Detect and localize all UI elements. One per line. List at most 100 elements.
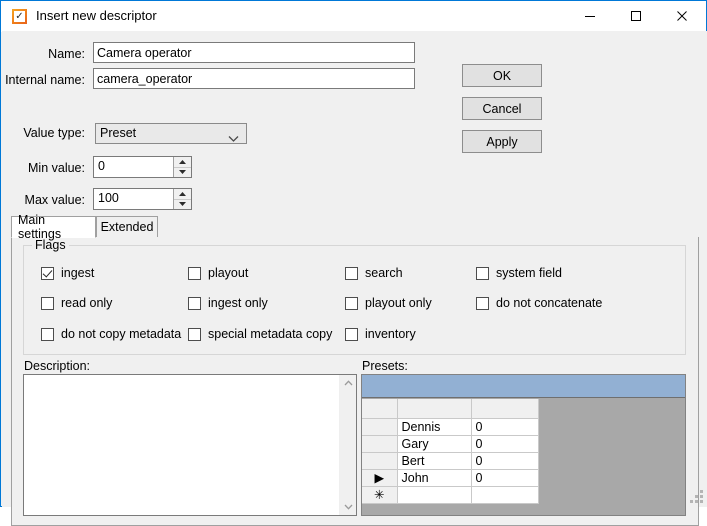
preset-name-cell[interactable]: Dennis [397,418,472,436]
table-row: Dennis 0 [362,418,539,436]
window-title: Insert new descriptor [36,8,157,23]
presets-grid-top-band [362,375,685,398]
max-value-stepper[interactable]: 100 [93,188,192,210]
value-type-label: Value type: [23,126,85,140]
minimize-icon [584,10,596,22]
description-field[interactable] [23,374,357,516]
checkbox-ingest[interactable]: ingest [41,266,94,280]
preset-name-cell[interactable] [397,486,472,504]
presets-label: Presets: [362,359,408,373]
checkbox-read-only[interactable]: read only [41,296,112,310]
max-value-spin-buttons[interactable] [173,189,191,209]
checkbox-do-not-concatenate-box[interactable] [476,296,489,310]
value-type-selected: Preset [100,126,137,140]
checkbox-do-not-concatenate[interactable]: do not concatenate [476,296,602,310]
checkbox-inventory-label: inventory [365,327,416,341]
checkbox-read-only-box[interactable] [41,296,54,310]
checkbox-ingest-label: ingest [61,266,95,280]
preset-value-cell[interactable] [471,486,539,504]
preset-name-cell[interactable]: Gary [397,435,472,453]
min-value-stepper[interactable]: 0 [93,156,192,178]
resize-grip-icon[interactable] [690,490,703,503]
max-value-text[interactable]: 100 [98,191,119,205]
presets-header-row [362,399,539,419]
minimize-button[interactable] [567,1,613,30]
presets-header-value [471,399,539,419]
value-type-select[interactable]: Preset [95,123,247,144]
table-row-new: ✳ [362,486,539,504]
max-value-label: Max value: [24,193,85,207]
current-row-marker[interactable]: ▶ [362,469,398,487]
tab-extended[interactable]: Extended [96,216,158,238]
checkbox-playout[interactable]: playout [188,266,248,280]
checkbox-inventory-box[interactable] [345,327,358,341]
presets-header-name [397,399,472,419]
new-row-marker[interactable]: ✳ [362,486,398,504]
min-value-decrement-button[interactable] [174,167,191,177]
row-marker[interactable] [362,452,398,470]
checkbox-special-metadata-copy-label: special metadata copy [208,327,333,341]
preset-value-cell[interactable]: 0 [471,418,539,436]
presets-header-rowmarker [362,399,398,419]
checkbox-search-box[interactable] [345,266,358,280]
checkbox-special-metadata-copy-box[interactable] [188,327,201,341]
maximize-icon [630,10,642,22]
maximize-button[interactable] [613,1,659,30]
min-value-text[interactable]: 0 [98,159,105,173]
preset-value-cell[interactable]: 0 [471,435,539,453]
table-row: Gary 0 [362,435,539,453]
checkbox-playout-only[interactable]: playout only [345,296,432,310]
scroll-up-icon[interactable] [340,375,356,391]
insert-new-descriptor-dialog: ✓ Insert new descriptor Name: Internal n… [0,0,707,526]
dialog-body: Name: Internal name: Value type: Preset … [2,31,707,526]
preset-value-cell[interactable]: 0 [471,469,539,487]
close-icon [676,10,688,22]
checkbox-read-only-label: read only [61,296,113,310]
checkbox-special-metadata-copy[interactable]: special metadata copy [188,327,332,341]
presets-grid[interactable]: Dennis 0 Gary 0 Bert 0 ▶ John 0 ✳ [361,374,686,516]
checkmark-glyph: ✓ [14,11,25,22]
internal-name-label: Internal name: [5,73,85,87]
preset-name-cell[interactable]: John [397,469,472,487]
close-button[interactable] [659,1,705,30]
row-marker[interactable] [362,418,398,436]
checkbox-do-not-concatenate-label: do not concatenate [496,296,603,310]
checkbox-search[interactable]: search [345,266,403,280]
tab-strip: Main settings Extended [11,213,699,241]
checkbox-system-field-box[interactable] [476,266,489,280]
apply-button[interactable]: Apply [462,130,542,153]
internal-name-input[interactable] [93,68,415,89]
flags-group: Flags ingest playout search system field [23,238,686,355]
checkbox-app-icon: ✓ [12,9,27,24]
description-scrollbar[interactable] [339,375,356,515]
tab-main-settings[interactable]: Main settings [11,213,96,241]
checkbox-ingest-only-label: ingest only [208,296,268,310]
checkbox-ingest-only-box[interactable] [188,296,201,310]
chevron-down-icon [228,130,239,148]
checkbox-playout-label: playout [208,266,249,280]
checkbox-inventory[interactable]: inventory [345,327,416,341]
checkbox-ingest-box[interactable] [41,266,54,280]
checkbox-do-not-copy-metadata[interactable]: do not copy metadata [41,327,181,341]
scroll-down-icon[interactable] [340,499,356,515]
tab-page-main-settings: Flags ingest playout search system field [11,237,699,526]
table-row: ▶ John 0 [362,469,539,487]
checkbox-search-label: search [365,266,403,280]
checkbox-playout-only-box[interactable] [345,296,358,310]
min-value-spin-buttons[interactable] [173,157,191,177]
checkbox-do-not-copy-metadata-box[interactable] [41,327,54,341]
cancel-button[interactable]: Cancel [462,97,542,120]
name-input[interactable] [93,42,415,63]
description-label: Description: [24,359,90,373]
preset-value-cell[interactable]: 0 [471,452,539,470]
ok-button[interactable]: OK [462,64,542,87]
max-value-decrement-button[interactable] [174,199,191,209]
row-marker[interactable] [362,435,398,453]
checkbox-ingest-only[interactable]: ingest only [188,296,268,310]
checkbox-do-not-copy-metadata-label: do not copy metadata [61,327,182,341]
min-value-label: Min value: [28,161,85,175]
preset-name-cell[interactable]: Bert [397,452,472,470]
checkbox-playout-box[interactable] [188,266,201,280]
name-label: Name: [48,47,85,61]
checkbox-system-field[interactable]: system field [476,266,562,280]
